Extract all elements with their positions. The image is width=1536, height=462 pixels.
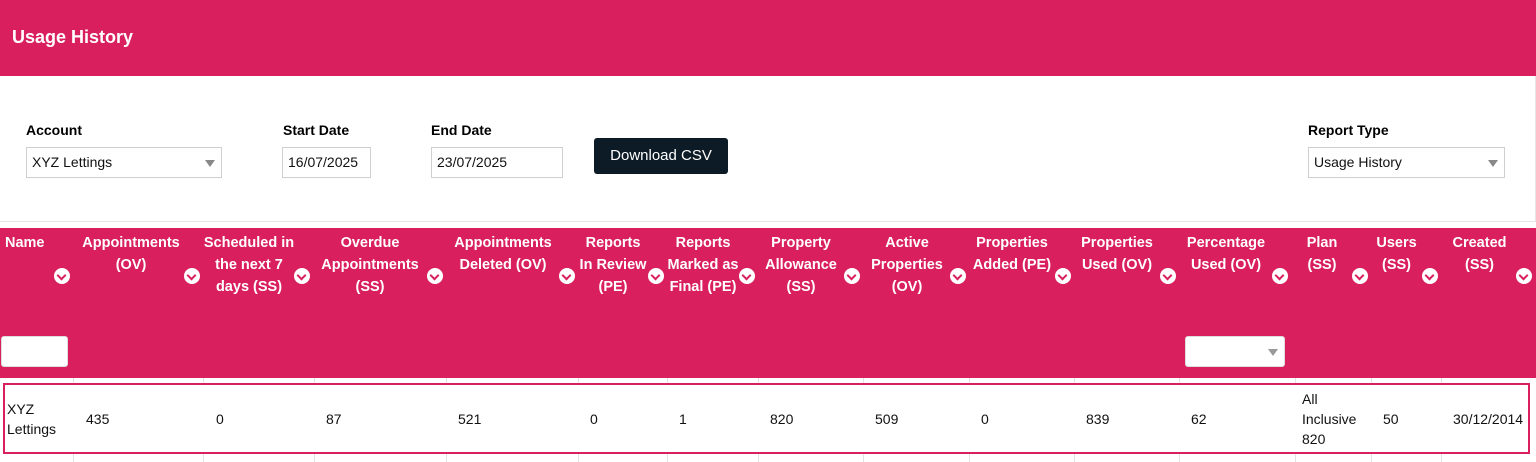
- sort-chevron-icon[interactable]: [184, 268, 200, 284]
- report-type-select[interactable]: Usage History: [1308, 147, 1505, 178]
- cell-plan: All Inclusive 820: [1302, 390, 1357, 447]
- column-header-added[interactable]: Properties Added (PE): [969, 228, 1074, 378]
- column-header-plan[interactable]: Plan (SS): [1295, 228, 1371, 378]
- cell-in-review: 0: [590, 410, 598, 427]
- sort-chevron-icon[interactable]: [294, 268, 310, 284]
- sort-chevron-icon[interactable]: [739, 268, 755, 284]
- cell-created: 30/12/2014: [1453, 410, 1524, 427]
- sort-chevron-icon[interactable]: [1160, 268, 1176, 284]
- column-header-used[interactable]: Properties Used (OV): [1074, 228, 1179, 378]
- sort-chevron-icon[interactable]: [1516, 268, 1532, 284]
- cell-percentage: 62: [1191, 410, 1207, 427]
- cell-marked-final: 1: [679, 410, 687, 427]
- sort-chevron-icon[interactable]: [648, 268, 664, 284]
- cell-overdue: 87: [326, 410, 342, 427]
- start-date-label: Start Date: [283, 122, 350, 138]
- sort-chevron-icon[interactable]: [559, 268, 575, 284]
- cell-appointments: 435: [86, 410, 110, 427]
- sort-chevron-icon[interactable]: [844, 268, 860, 284]
- start-date-value: 16/07/2025: [288, 154, 359, 170]
- sort-chevron-icon[interactable]: [427, 268, 443, 284]
- cell-name: XYZ Lettings: [7, 400, 57, 437]
- cell-users: 50: [1383, 410, 1399, 427]
- column-header-marked-final[interactable]: Reports Marked as Final (PE): [667, 228, 758, 378]
- account-select-value: XYZ Lettings: [32, 154, 113, 170]
- column-header-active[interactable]: Active Properties (OV): [863, 228, 969, 378]
- cell-used: 839: [1086, 410, 1110, 427]
- download-csv-button[interactable]: Download CSV: [594, 138, 728, 174]
- report-type-label: Report Type: [1308, 122, 1389, 138]
- account-label: Account: [26, 122, 82, 138]
- sort-chevron-icon[interactable]: [950, 268, 966, 284]
- top-bar: Usage History: [0, 0, 1536, 76]
- chevron-down-icon: [205, 160, 215, 167]
- end-date-input[interactable]: 23/07/2025: [431, 147, 563, 178]
- start-date-input[interactable]: 16/07/2025: [282, 147, 371, 178]
- table-row[interactable]: XYZ Lettings 435 0 87 521 0 1 820 509 0 …: [3, 383, 1530, 454]
- column-header-in-review[interactable]: Reports In Review (PE): [578, 228, 667, 378]
- page-title: Usage History: [12, 27, 134, 47]
- column-header-deleted[interactable]: Appointments Deleted (OV): [446, 228, 578, 378]
- filter-panel: Account XYZ Lettings Start Date 16/07/20…: [0, 76, 1536, 222]
- cell-scheduled: 0: [216, 410, 224, 427]
- cell-deleted: 521: [458, 410, 482, 427]
- column-header-scheduled[interactable]: Scheduled in the next 7 days (SS): [203, 228, 314, 378]
- sort-chevron-icon[interactable]: [54, 268, 70, 284]
- end-date-label: End Date: [431, 122, 492, 138]
- account-select[interactable]: XYZ Lettings: [26, 147, 222, 178]
- sort-chevron-icon[interactable]: [1352, 268, 1368, 284]
- name-filter-input[interactable]: [1, 336, 68, 367]
- chevron-down-icon: [1268, 349, 1278, 356]
- percentage-filter-select[interactable]: [1185, 336, 1285, 367]
- chevron-down-icon: [1488, 160, 1498, 167]
- column-header-appointments[interactable]: Appointments (OV): [73, 228, 203, 378]
- cell-active: 509: [875, 410, 899, 427]
- column-header-overdue[interactable]: Overdue Appointments (SS): [314, 228, 446, 378]
- column-header-allowance[interactable]: Property Allowance (SS): [758, 228, 863, 378]
- column-header-users[interactable]: Users (SS): [1371, 228, 1441, 378]
- report-type-value: Usage History: [1314, 154, 1402, 170]
- sort-chevron-icon[interactable]: [1272, 268, 1288, 284]
- table-header: Name Appointments (OV) Scheduled in the …: [0, 228, 1536, 378]
- cell-allowance: 820: [770, 410, 794, 427]
- column-header-created[interactable]: Created (SS): [1441, 228, 1536, 378]
- cell-added: 0: [981, 410, 989, 427]
- sort-chevron-icon[interactable]: [1055, 268, 1071, 284]
- sort-chevron-icon[interactable]: [1422, 268, 1438, 284]
- end-date-value: 23/07/2025: [437, 154, 508, 170]
